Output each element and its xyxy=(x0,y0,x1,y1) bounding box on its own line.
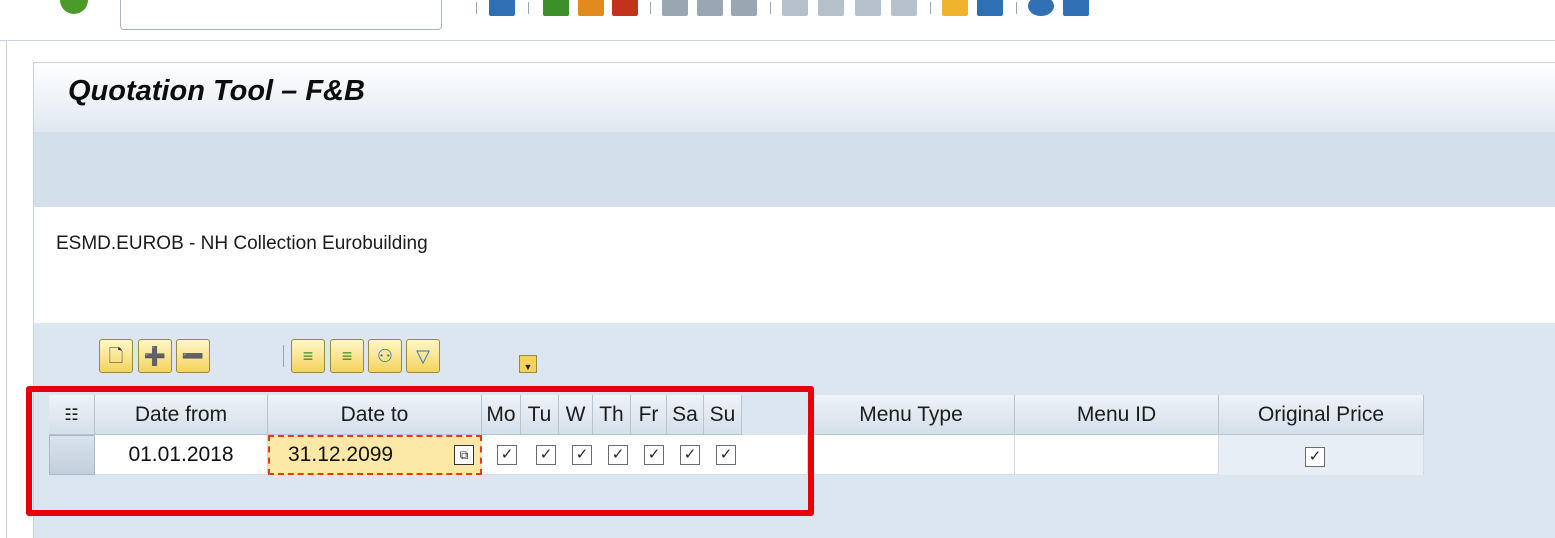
hotel-label: ESMD.EUROB - NH Collection Eurobuilding xyxy=(56,233,428,254)
save-icon[interactable] xyxy=(489,0,515,16)
help-icon[interactable] xyxy=(1028,0,1054,16)
column-header-original-price[interactable]: Original Price xyxy=(1219,395,1424,435)
application-toolbar xyxy=(33,132,1555,207)
page-title: Quotation Tool – F&B xyxy=(68,75,365,107)
chevron-down-icon: ▼ xyxy=(523,362,533,372)
exit-icon[interactable] xyxy=(578,0,604,16)
filter-dropdown-button[interactable]: ▼ xyxy=(519,355,537,373)
new-row-icon: 🗋 xyxy=(108,346,124,366)
find-button[interactable]: ⚇ xyxy=(368,339,402,373)
find-icon: ⚇ xyxy=(376,346,394,366)
sort-descending-button[interactable]: ≡ xyxy=(330,339,364,373)
create-session-icon[interactable] xyxy=(942,0,968,16)
append-row-icon: ➕ xyxy=(143,346,167,366)
toolbar-separator xyxy=(476,2,477,14)
toolbar-separator xyxy=(528,2,529,14)
highlight-box xyxy=(26,386,814,516)
filter-button[interactable]: ▽ xyxy=(406,339,440,373)
new-row-button[interactable]: 🗋 xyxy=(99,339,133,373)
customize-layout-icon[interactable] xyxy=(1063,0,1089,16)
column-header-menu-type[interactable]: Menu Type xyxy=(808,395,1015,435)
toolbar-separator xyxy=(650,2,651,14)
sort-ascending-button[interactable]: ≡ xyxy=(291,339,325,373)
cancel-icon[interactable] xyxy=(612,0,638,16)
print-icon[interactable] xyxy=(662,0,688,16)
append-row-button[interactable]: ➕ xyxy=(138,339,172,373)
delete-row-icon: ➖ xyxy=(181,346,205,366)
shortcut-icon[interactable] xyxy=(977,0,1003,16)
menu-type-field[interactable] xyxy=(808,435,1015,475)
toolbar-separator xyxy=(770,2,771,14)
first-page-icon[interactable] xyxy=(782,0,808,16)
column-header-menu-id[interactable]: Menu ID xyxy=(1015,395,1219,435)
next-page-icon[interactable] xyxy=(855,0,881,16)
command-field[interactable] xyxy=(120,0,442,30)
sort-descending-icon: ≡ xyxy=(341,346,353,366)
title-bar: Quotation Tool – F&B xyxy=(33,62,1555,132)
menu-id-field[interactable] xyxy=(1015,435,1219,475)
original-price-checkbox[interactable]: ✓ xyxy=(1305,447,1325,467)
last-page-icon[interactable] xyxy=(891,0,917,16)
find-next-icon[interactable] xyxy=(731,0,757,16)
previous-page-icon[interactable] xyxy=(818,0,844,16)
enter-icon[interactable] xyxy=(60,0,88,14)
delete-row-button[interactable]: ➖ xyxy=(176,339,210,373)
filter-icon: ▽ xyxy=(416,346,430,366)
window-border xyxy=(6,40,7,538)
back-icon[interactable] xyxy=(543,0,569,16)
grid-toolbar-separator xyxy=(283,345,284,367)
toolbar-separator xyxy=(1016,2,1017,14)
toolbar-separator xyxy=(930,2,931,14)
sort-ascending-icon: ≡ xyxy=(302,346,314,366)
find-icon[interactable] xyxy=(697,0,723,16)
system-toolbar xyxy=(0,0,1555,41)
